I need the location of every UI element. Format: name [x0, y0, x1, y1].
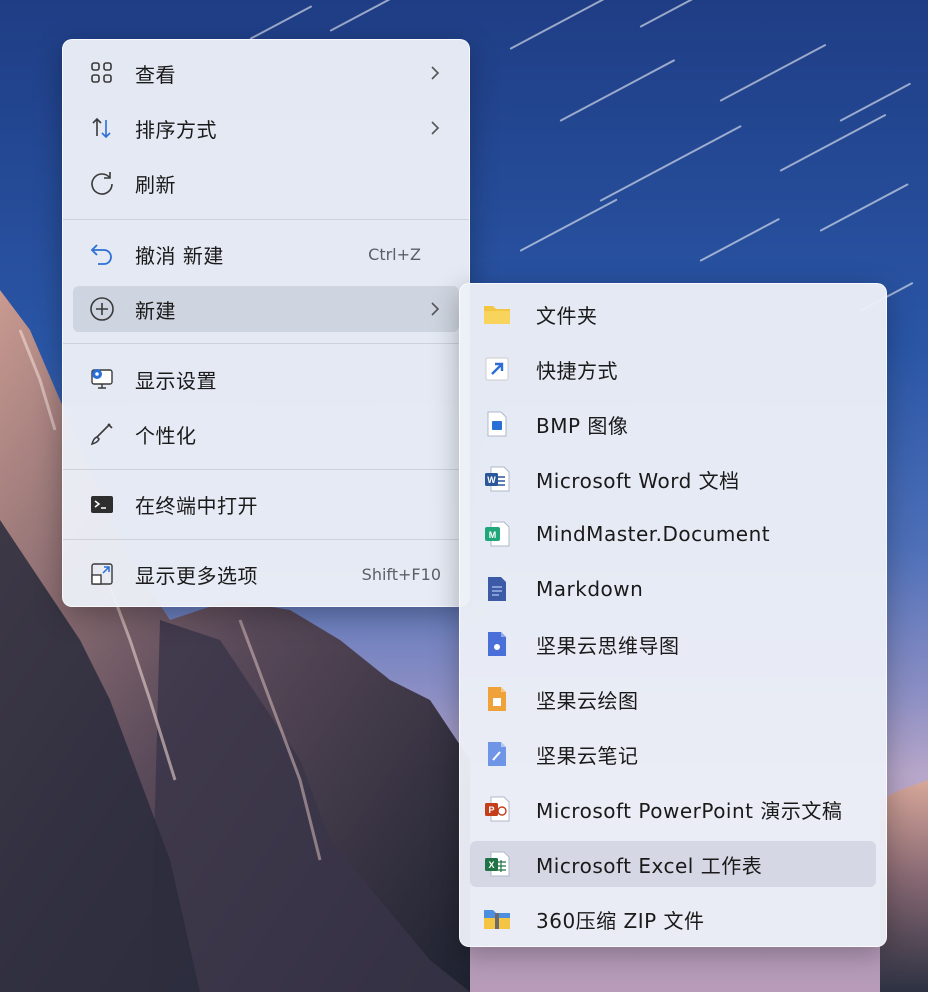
menu-item-personalize[interactable]: 个性化 — [73, 411, 459, 457]
new-item-excel[interactable]: X Microsoft Excel 工作表 — [470, 841, 876, 887]
menu-item-label: 撤消 新建 — [135, 243, 224, 268]
new-item-powerpoint[interactable]: P Microsoft PowerPoint 演示文稿 — [470, 786, 876, 832]
new-item-shortcut[interactable]: 快捷方式 — [470, 346, 876, 392]
menu-item-show-more-options[interactable]: 显示更多选项 Shift+F10 — [73, 551, 459, 597]
new-item-mindmaster[interactable]: M MindMaster.Document — [470, 511, 876, 557]
word-doc-icon: W — [482, 464, 512, 494]
menu-item-label: Microsoft PowerPoint 演示文稿 — [536, 798, 843, 823]
keyboard-shortcut: Ctrl+Z — [368, 244, 421, 264]
menu-item-open-in-terminal[interactable]: 在终端中打开 — [73, 481, 459, 527]
menu-item-label: 显示设置 — [135, 368, 217, 393]
menu-item-label: 坚果云思维导图 — [536, 633, 680, 658]
nutstore-drawing-icon — [482, 684, 512, 714]
menu-item-undo-new[interactable]: 撤消 新建 Ctrl+Z — [73, 231, 459, 277]
new-item-markdown[interactable]: Markdown — [470, 566, 876, 612]
folder-icon — [482, 299, 512, 329]
chevron-right-icon — [425, 65, 445, 81]
new-item-word-document[interactable]: W Microsoft Word 文档 — [470, 456, 876, 502]
menu-item-label: 显示更多选项 — [135, 563, 258, 588]
menu-separator — [63, 219, 469, 220]
excel-icon: X — [482, 849, 512, 879]
menu-separator — [63, 343, 469, 344]
menu-item-sort-by[interactable]: 排序方式 — [73, 105, 459, 151]
new-item-zip-archive[interactable]: 360压缩 ZIP 文件 — [470, 896, 876, 942]
powerpoint-icon: P — [482, 794, 512, 824]
menu-item-label: 在终端中打开 — [135, 493, 258, 518]
menu-item-label: 文件夹 — [536, 303, 598, 328]
terminal-icon — [87, 489, 117, 519]
bmp-image-icon — [482, 409, 512, 439]
menu-item-view[interactable]: 查看 — [73, 50, 459, 96]
menu-item-new[interactable]: 新建 — [73, 286, 459, 332]
menu-item-label: 排序方式 — [135, 117, 217, 142]
grid-view-icon — [87, 58, 117, 88]
new-item-nutstore-note[interactable]: 坚果云笔记 — [470, 731, 876, 777]
keyboard-shortcut: Shift+F10 — [361, 564, 441, 584]
menu-item-label: 360压缩 ZIP 文件 — [536, 908, 705, 933]
menu-item-display-settings[interactable]: 显示设置 — [73, 356, 459, 402]
menu-item-label: Microsoft Word 文档 — [536, 468, 740, 493]
svg-text:W: W — [487, 475, 496, 485]
menu-item-label: 刷新 — [135, 172, 176, 197]
display-settings-icon — [87, 364, 117, 394]
add-circle-icon — [87, 294, 117, 324]
markdown-file-icon — [482, 574, 512, 604]
refresh-icon — [87, 168, 117, 198]
menu-separator — [63, 539, 469, 540]
menu-item-label: Markdown — [536, 577, 644, 601]
menu-item-label: 个性化 — [135, 423, 197, 448]
nutstore-mindmap-icon — [482, 629, 512, 659]
new-item-nutstore-mindmap[interactable]: 坚果云思维导图 — [470, 621, 876, 667]
menu-item-label: Microsoft Excel 工作表 — [536, 853, 763, 878]
nutstore-note-icon — [482, 739, 512, 769]
svg-text:P: P — [488, 805, 494, 815]
menu-item-label: 查看 — [135, 62, 176, 87]
menu-item-label: BMP 图像 — [536, 413, 629, 438]
menu-separator — [63, 469, 469, 470]
shortcut-arrow-icon — [482, 354, 512, 384]
menu-item-label: MindMaster.Document — [536, 522, 771, 546]
menu-item-label: 坚果云绘图 — [536, 688, 639, 713]
zip-archive-icon — [482, 904, 512, 934]
new-item-bmp-image[interactable]: BMP 图像 — [470, 401, 876, 447]
desktop-context-menu: 查看 排序方式 刷新 撤消 新建 Ctrl+Z 新建 显示设置 个性化 在终端中… — [62, 39, 470, 607]
menu-item-label: 坚果云笔记 — [536, 743, 639, 768]
svg-text:M: M — [489, 530, 497, 540]
chevron-right-icon — [425, 120, 445, 136]
svg-text:X: X — [488, 860, 494, 870]
menu-item-label: 快捷方式 — [536, 358, 618, 383]
more-options-icon — [87, 559, 117, 589]
menu-item-label: 新建 — [135, 298, 176, 323]
undo-icon — [87, 239, 117, 269]
brush-icon — [87, 419, 117, 449]
menu-item-refresh[interactable]: 刷新 — [73, 160, 459, 206]
chevron-right-icon — [425, 301, 445, 317]
mindmaster-icon: M — [482, 519, 512, 549]
sort-arrows-icon — [87, 113, 117, 143]
new-item-nutstore-drawing[interactable]: 坚果云绘图 — [470, 676, 876, 722]
new-submenu: 文件夹 快捷方式 BMP 图像 W Microsoft Word 文档 M Mi… — [459, 283, 887, 947]
new-item-folder[interactable]: 文件夹 — [470, 291, 876, 337]
